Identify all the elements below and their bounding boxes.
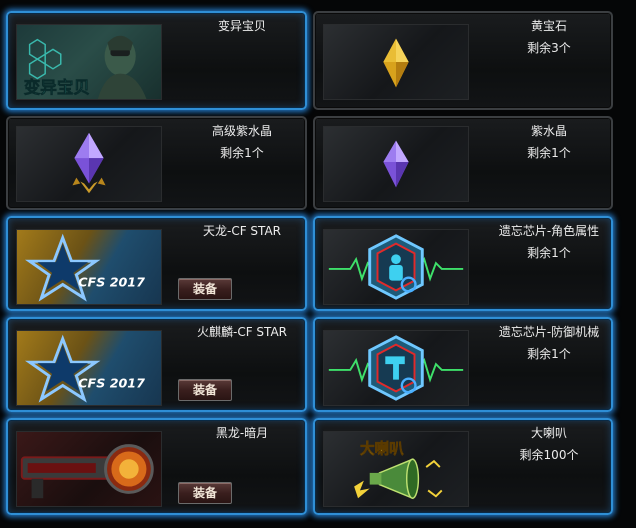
- purple-crystal-icon: [323, 126, 469, 202]
- forget-chip-defense-icon: [323, 330, 469, 406]
- item-count: 剩余1个: [220, 146, 264, 160]
- black-dragon-weapon-icon: [16, 431, 162, 507]
- thumb-text: 变异宝贝: [24, 77, 90, 97]
- item-slot-megaphone[interactable]: 大喇叭 大喇叭 剩余100个: [313, 418, 613, 515]
- item-name: 火麒麟-CF STAR: [197, 325, 287, 339]
- forget-chip-character-icon: [323, 229, 469, 305]
- item-name: 高级紫水晶: [211, 124, 272, 138]
- item-name: 天龙-CF STAR: [203, 224, 281, 238]
- item-name: 黑龙-暗月: [215, 426, 269, 440]
- item-slot-huoqilin-cf-star[interactable]: CFS 2017 火麒麟-CF STAR 装备: [6, 317, 307, 412]
- mutant-baby-icon: 变异宝贝: [16, 24, 162, 100]
- equip-button[interactable]: 装备: [178, 278, 232, 300]
- item-count: 剩余1个: [527, 146, 571, 160]
- purple-crystal-advanced-icon: [16, 126, 162, 202]
- yellow-gem-icon: [323, 24, 469, 100]
- item-slot-black-dragon[interactable]: 黑龙-暗月 装备: [6, 418, 307, 515]
- item-slot-forget-chip-defense[interactable]: 遗忘芯片-防御机械 剩余1个: [313, 317, 613, 412]
- item-count: 剩余1个: [527, 246, 571, 260]
- cfs-star-icon: CFS 2017: [16, 229, 162, 305]
- item-name: 遗忘芯片-防御机械: [498, 325, 600, 339]
- item-count: 剩余100个: [519, 448, 579, 462]
- item-name: 大喇叭: [530, 426, 567, 440]
- item-count: 剩余3个: [527, 41, 571, 55]
- thumb-text: 大喇叭: [360, 439, 404, 457]
- item-name: 紫水晶: [530, 124, 567, 138]
- equip-button[interactable]: 装备: [178, 482, 232, 504]
- inventory-grid: 变异宝贝 变异宝贝 黄宝石 剩余3个 高级紫水晶 剩余1个 紫水晶 剩余1个 C…: [0, 0, 636, 528]
- item-name: 变异宝贝: [217, 19, 266, 33]
- item-slot-forget-chip-character[interactable]: 遗忘芯片-角色属性 剩余1个: [313, 216, 613, 311]
- item-slot-mutant-baby[interactable]: 变异宝贝 变异宝贝: [6, 11, 307, 110]
- item-count: 剩余1个: [527, 347, 571, 361]
- thumb-text: CFS 2017: [78, 274, 145, 289]
- item-slot-advanced-purple-crystal[interactable]: 高级紫水晶 剩余1个: [6, 116, 307, 210]
- thumb-text: CFS 2017: [78, 375, 145, 390]
- item-slot-tianlong-cf-star[interactable]: CFS 2017 天龙-CF STAR 装备: [6, 216, 307, 311]
- megaphone-icon: 大喇叭: [323, 431, 469, 507]
- item-slot-purple-crystal[interactable]: 紫水晶 剩余1个: [313, 116, 613, 210]
- item-name: 遗忘芯片-角色属性: [498, 224, 600, 238]
- cfs-star-icon: CFS 2017: [16, 330, 162, 406]
- item-name: 黄宝石: [530, 19, 567, 33]
- equip-button[interactable]: 装备: [178, 379, 232, 401]
- item-slot-yellow-gem[interactable]: 黄宝石 剩余3个: [313, 11, 613, 110]
